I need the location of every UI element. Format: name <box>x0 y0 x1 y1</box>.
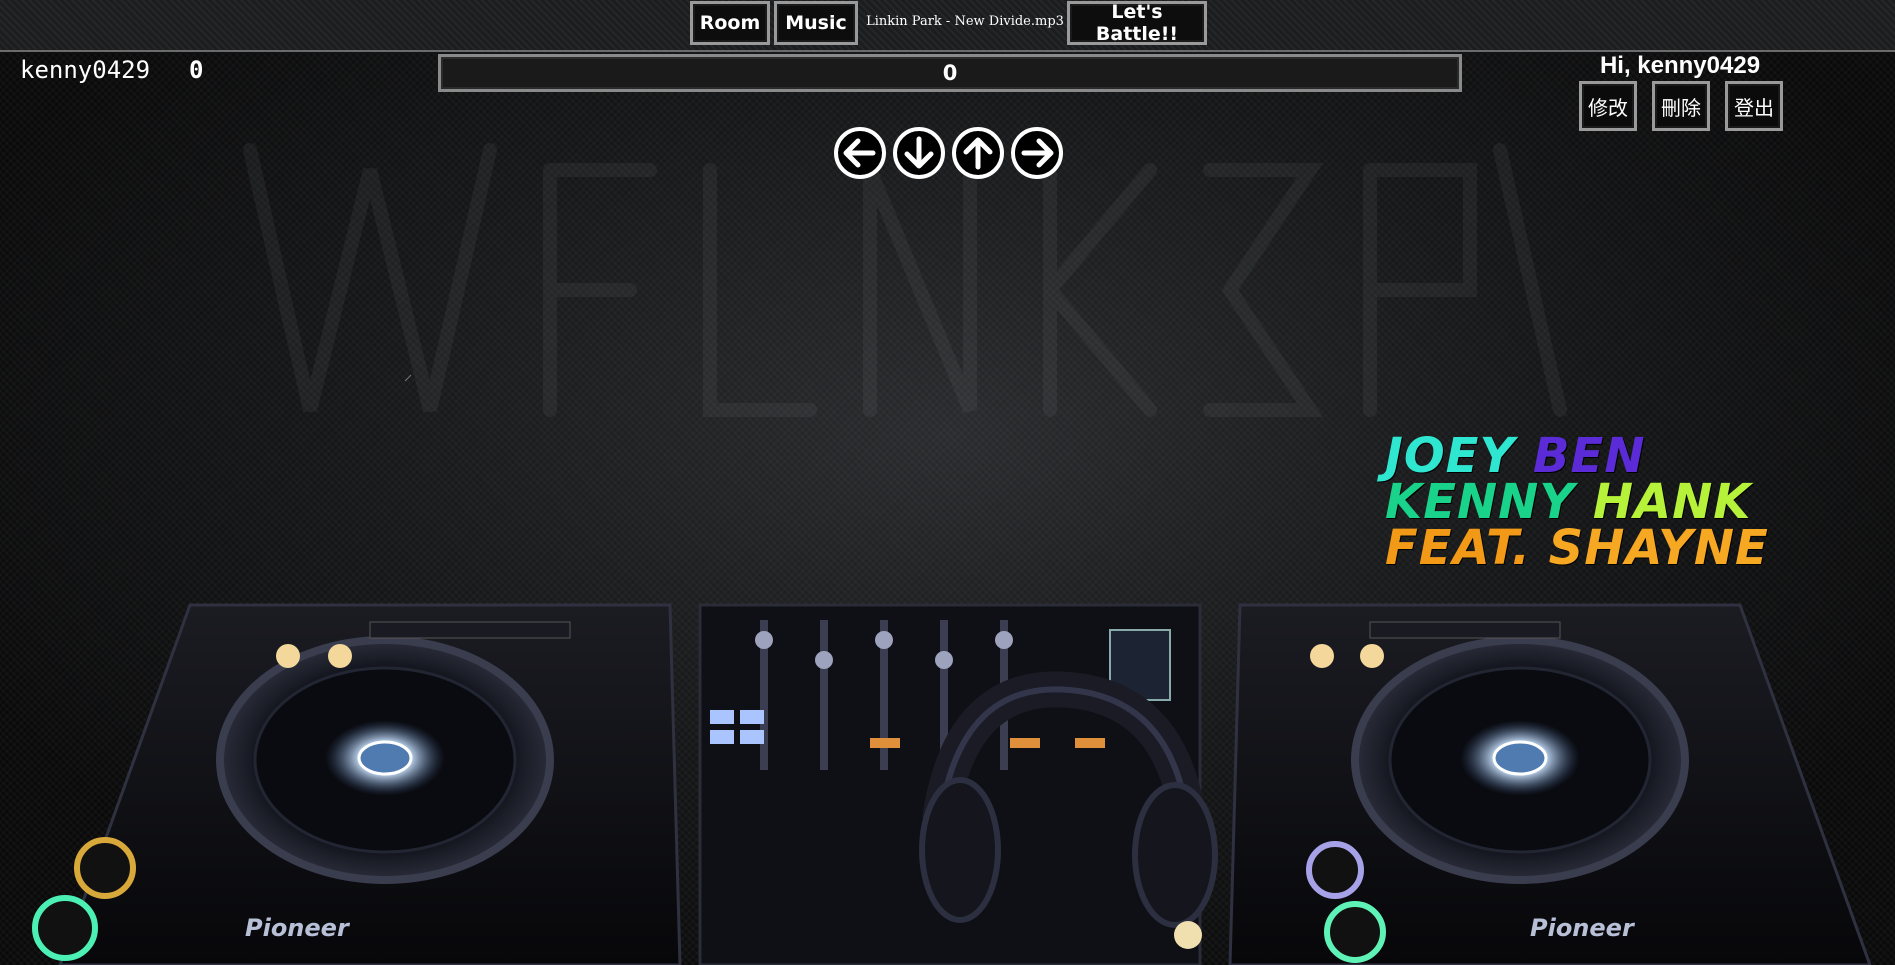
score-bar: 0 <box>438 54 1462 92</box>
music-button[interactable]: Music <box>774 1 858 45</box>
cursor-mark <box>404 374 412 382</box>
player-score: 0 <box>189 56 204 84</box>
arrow-up-icon[interactable] <box>951 126 1005 180</box>
brand-left: Pioneer <box>245 914 351 942</box>
greeting: Hi, kenny0429 <box>1599 52 1761 79</box>
edit-button[interactable]: 修改 <box>1579 81 1637 131</box>
score-bar-value: 0 <box>942 61 958 85</box>
logout-button[interactable]: 登出 <box>1725 81 1783 131</box>
arrow-right-icon[interactable] <box>1010 126 1064 180</box>
room-button[interactable]: Room <box>690 1 770 45</box>
battle-button[interactable]: Let's Battle!! <box>1067 1 1207 45</box>
arrow-down-icon[interactable] <box>892 126 946 180</box>
logo-shayne: SHAYNE <box>1548 520 1769 576</box>
delete-button[interactable]: 刪除 <box>1652 81 1710 131</box>
logo-feat: FEAT. <box>1385 520 1531 576</box>
dj-setup-image: Pioneer Pioneer <box>32 603 1872 965</box>
arrow-left-icon[interactable] <box>833 126 887 180</box>
player-username: kenny0429 <box>20 56 151 84</box>
song-name: Linkin Park - New Divide.mp3 <box>866 14 1064 29</box>
brand-right: Pioneer <box>1530 914 1636 942</box>
